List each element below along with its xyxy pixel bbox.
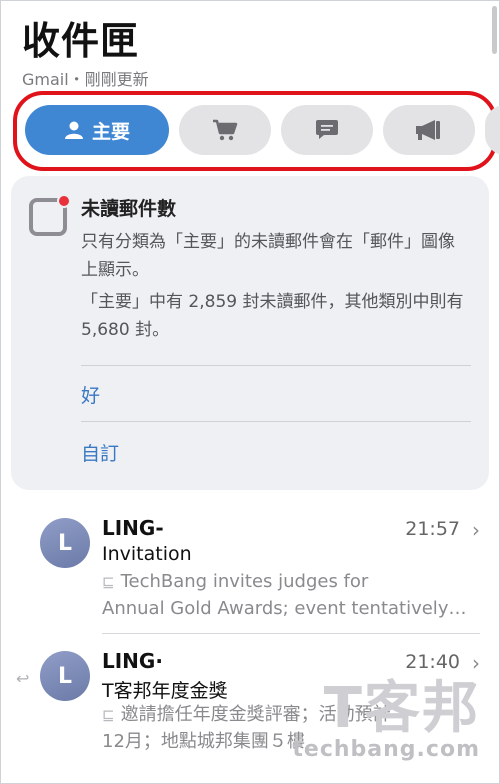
list-divider — [102, 633, 480, 634]
watermark-url: techbang.com — [292, 737, 480, 762]
tab-social[interactable] — [281, 105, 373, 155]
email-snippet-line2: Annual Gold Awards; event tentatively… — [102, 598, 467, 619]
avatar: L — [40, 518, 90, 568]
page-title: 收件匣 — [22, 19, 140, 63]
card-divider — [81, 365, 471, 366]
tab-updates[interactable] — [383, 105, 475, 155]
tab-primary[interactable]: 主要 — [25, 105, 169, 155]
card-unread-summary: 「主要」中有 2,859 封未讀郵件，其他類別中則有 5,680 封。 — [81, 292, 464, 340]
tab-primary-label: 主要 — [91, 120, 130, 143]
customize-button[interactable]: 自訂 — [81, 439, 119, 466]
badge-dot — [57, 194, 71, 208]
unread-count-card: 未讀郵件數 只有分類為「主要」的未讀郵件會在「郵件」圖像上顯示。 「主要」中有 … — [11, 176, 489, 490]
tab-promotions[interactable] — [179, 105, 271, 155]
email-subject: T客邦年度金獎 — [102, 680, 228, 702]
reply-icon: ↩ — [16, 669, 30, 688]
email-snippet-line1: ⊑ TechBang invites judges for — [102, 571, 369, 592]
thread-icon: ⊑ — [102, 573, 115, 591]
chat-icon — [315, 119, 339, 141]
scrollbar[interactable] — [492, 6, 497, 54]
card-description: 只有分類為「主要」的未讀郵件會在「郵件」圖像上顯示。 — [81, 232, 455, 280]
chevron-right-icon: › — [472, 651, 480, 675]
thread-icon: ⊑ — [102, 706, 115, 724]
megaphone-icon — [415, 119, 443, 141]
page-subtitle: Gmail・剛剛更新 — [22, 70, 149, 89]
header: 收件匣 Gmail・剛剛更新 — [22, 18, 149, 90]
email-sender: LING· — [102, 649, 163, 673]
watermark-logo: T客邦 techbang.com — [292, 676, 480, 763]
email-row[interactable]: L LING- 21:57 › Invitation ⊑ TechBang inv… — [0, 510, 500, 630]
card-title: 未讀郵件數 — [81, 198, 177, 220]
email-subject: Invitation — [102, 543, 192, 565]
person-icon — [64, 120, 84, 140]
cart-icon — [212, 118, 238, 142]
email-time: 21:57 — [405, 518, 460, 540]
email-time: 21:40 — [405, 651, 460, 673]
watermark-text: T客邦 — [323, 676, 480, 741]
card-divider — [81, 421, 471, 422]
ok-button[interactable]: 好 — [81, 381, 100, 408]
chevron-right-icon: › — [472, 518, 480, 542]
avatar: L — [40, 651, 90, 701]
email-sender: LING- — [102, 516, 164, 540]
